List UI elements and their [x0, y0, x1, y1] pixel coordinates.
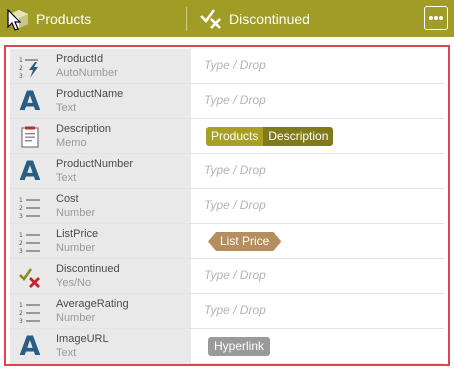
svg-text:2: 2	[19, 240, 23, 247]
value-drop-target[interactable]: Type / Drop	[204, 163, 266, 177]
field-name: Description	[56, 123, 112, 135]
field-name: Cost	[56, 193, 79, 205]
hyperlink-token[interactable]: Hyperlink	[208, 337, 271, 356]
field-name: AverageRating	[56, 298, 129, 310]
field-token[interactable]: Description	[263, 127, 334, 146]
field-type: Text	[56, 347, 77, 359]
svg-text:2: 2	[19, 310, 23, 317]
field-name: Discontinued	[56, 263, 120, 275]
svg-text:1: 1	[19, 232, 23, 239]
value-drop-target[interactable]: Type / Drop	[204, 93, 266, 107]
field-source-cell[interactable]: 1 2 3 ListPrice Number	[10, 224, 191, 258]
list-price-token[interactable]: List Price	[208, 232, 281, 251]
value-drop-target[interactable]: Type / Drop	[204, 268, 266, 282]
number-icon: 1 2 3	[18, 300, 42, 324]
number-icon: 1 2 3	[18, 195, 42, 219]
field-name: ProductId	[56, 53, 104, 65]
svg-text:2: 2	[19, 205, 23, 212]
field-type: Text	[56, 102, 77, 114]
value-drop-target[interactable]: Type / Drop	[204, 58, 266, 72]
value-drop-target[interactable]: Type / Drop	[204, 303, 266, 317]
field-type: AutoNumber	[56, 67, 118, 79]
source-table-title: Products	[36, 10, 92, 27]
field-row-listprice: 1 2 3 ListPrice Number List Price	[10, 224, 444, 259]
text-icon: A	[19, 156, 41, 187]
memo-icon	[18, 125, 42, 149]
discontinued-check-x-icon	[200, 8, 221, 29]
field-name: ProductNumber	[56, 158, 134, 170]
field-source-cell[interactable]: 1 2 3 AverageRating Number	[10, 294, 191, 328]
field-type: Number	[56, 207, 96, 219]
field-type: Number	[56, 312, 96, 324]
target-field-title: Discontinued	[229, 10, 310, 27]
number-icon: 1 2 3	[18, 230, 42, 254]
field-type: Text	[56, 172, 77, 184]
mouse-pointer-icon	[7, 9, 21, 31]
text-icon: A	[19, 86, 41, 117]
field-row-cost: 1 2 3 Cost Number Type / Drop	[10, 189, 444, 224]
field-source-cell[interactable]: 1 2 3 ProductId AutoNumber	[10, 49, 191, 83]
svg-text:3: 3	[19, 248, 23, 254]
svg-text:1: 1	[19, 57, 23, 64]
text-icon: A	[19, 331, 41, 362]
table-header: Products Discontinued	[0, 0, 454, 37]
field-row-productnumber: A ProductNumber Text Type / Drop	[10, 154, 444, 189]
svg-text:3: 3	[19, 318, 23, 324]
field-row-description: Description Memo Products Description	[10, 119, 444, 154]
value-expression[interactable]: Products Description	[206, 127, 334, 146]
field-mapping-panel: 1 2 3 ProductId AutoNumber Type / Drop A Pro…	[4, 45, 450, 366]
autonumber-icon: 1 2 3	[18, 55, 42, 79]
svg-text:2: 2	[19, 65, 23, 72]
svg-text:3: 3	[19, 213, 23, 219]
field-name: ListPrice	[56, 228, 99, 240]
field-type: Memo	[56, 137, 87, 149]
field-source-cell[interactable]: A ImageURL Text	[10, 329, 191, 363]
field-row-discontinued: Discontinued Yes/No Type / Drop	[10, 259, 444, 294]
field-row-imageurl: A ImageURL Text Hyperlink	[10, 329, 444, 364]
more-options-button[interactable]	[424, 6, 448, 30]
field-type: Number	[56, 242, 96, 254]
ellipsis-icon	[429, 16, 443, 20]
table-token[interactable]: Products	[206, 127, 264, 146]
target-field-tab[interactable]: Discontinued	[187, 0, 412, 37]
svg-text:3: 3	[19, 73, 23, 79]
field-source-cell[interactable]: Discontinued Yes/No	[10, 259, 191, 293]
source-table-tab[interactable]: Products	[0, 0, 186, 37]
value-drop-target[interactable]: Type / Drop	[204, 198, 266, 212]
yes-no-icon	[18, 265, 42, 289]
svg-text:1: 1	[19, 302, 23, 309]
field-source-cell[interactable]: A ProductNumber Text	[10, 154, 191, 188]
field-source-cell[interactable]: A ProductName Text	[10, 84, 191, 118]
field-name: ProductName	[56, 88, 124, 100]
field-name: ImageURL	[56, 333, 109, 345]
svg-text:1: 1	[19, 197, 23, 204]
field-type: Yes/No	[56, 277, 92, 289]
field-source-cell[interactable]: 1 2 3 Cost Number	[10, 189, 191, 223]
field-row-productid: 1 2 3 ProductId AutoNumber Type / Drop	[10, 49, 444, 84]
field-source-cell[interactable]: Description Memo	[10, 119, 191, 153]
field-row-averagerating: 1 2 3 AverageRating Number Type / Drop	[10, 294, 444, 329]
field-row-productname: A ProductName Text Type / Drop	[10, 84, 444, 119]
